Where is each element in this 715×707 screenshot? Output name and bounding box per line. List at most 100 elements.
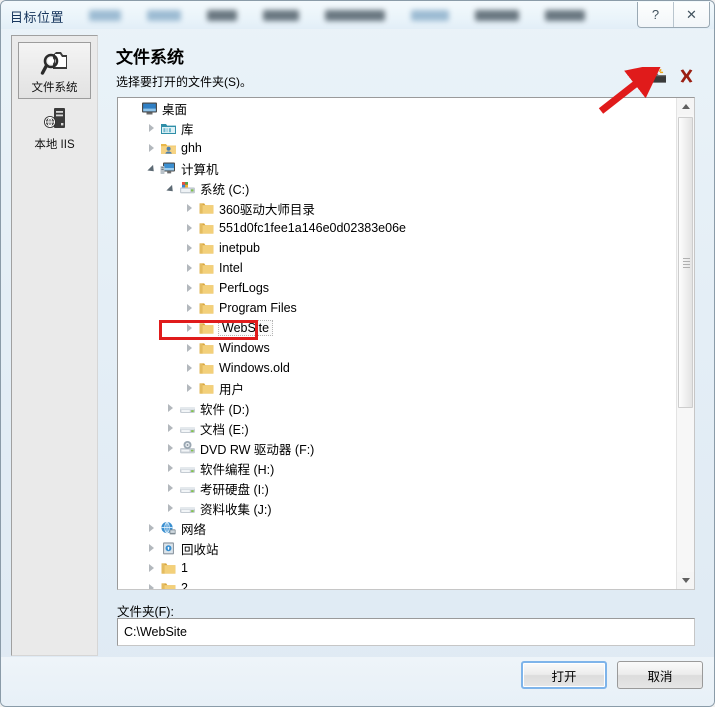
tree-item[interactable]: 551d0fc1fee1a146e0d02383e06e (118, 218, 677, 238)
tree-item-label: DVD RW 驱动器 (F:) (200, 442, 315, 457)
tree-item-label: 2 (181, 581, 188, 589)
expand-toggle[interactable] (162, 418, 178, 438)
tree-item[interactable]: 软件编程 (H:) (118, 458, 677, 478)
chevron-right-icon (186, 304, 192, 312)
expand-toggle[interactable] (162, 478, 178, 498)
sidebar-item-local-iis[interactable]: 本地 IIS (18, 100, 91, 157)
tree-item[interactable]: 软件 (D:) (118, 398, 677, 418)
tree-item[interactable]: 考研硬盘 (I:) (118, 478, 677, 498)
folder-icon (159, 559, 177, 577)
chevron-right-icon (148, 584, 154, 589)
sidebar-item-file-system[interactable]: 文件系统 (18, 42, 91, 99)
expand-toggle[interactable] (162, 458, 178, 478)
folder-search-icon (19, 48, 90, 78)
chevron-right-icon (186, 264, 192, 272)
chevron-right-icon (148, 544, 154, 552)
tree-item-label: Windows.old (219, 361, 290, 375)
drive-icon (178, 479, 196, 497)
folder-tree[interactable]: 桌面库 ghh 计算机系统 (C:) 360驱动大师目录 551d0fc1fee1a14… (117, 97, 695, 590)
expand-toggle[interactable] (162, 438, 178, 458)
chevron-right-icon (148, 124, 154, 132)
open-button[interactable]: 打开 (521, 661, 607, 689)
tree-item-label: 计算机 (181, 162, 219, 177)
tree-item[interactable]: 用户 (118, 378, 677, 398)
redacted-chip (263, 9, 299, 21)
help-button[interactable]: ? (638, 2, 673, 27)
tree-item[interactable]: Program Files (118, 298, 677, 318)
scroll-down-button[interactable] (677, 572, 694, 589)
tree-item[interactable]: 360驱动大师目录 (118, 198, 677, 218)
expand-toggle[interactable] (143, 518, 159, 538)
folder-icon (197, 339, 215, 357)
twisty-placeholder (124, 98, 140, 118)
tree-item-label: 资料收集 (J:) (200, 502, 272, 517)
close-button[interactable]: ✕ (673, 2, 709, 27)
expand-toggle[interactable] (181, 278, 197, 298)
tree-item[interactable]: 计算机 (118, 158, 677, 178)
chevron-down-icon (146, 164, 157, 175)
folder-icon (197, 239, 215, 257)
expand-toggle[interactable] (143, 538, 159, 558)
expand-toggle[interactable] (181, 258, 197, 278)
sidebar-item-label: 文件系统 (31, 82, 78, 94)
tree-item[interactable]: 桌面 (118, 98, 677, 118)
tree-item-label: 系统 (C:) (200, 182, 250, 197)
tree-item[interactable]: inetpub (118, 238, 677, 258)
collapse-toggle[interactable] (143, 158, 159, 178)
chevron-right-icon (167, 484, 173, 492)
collapse-toggle[interactable] (162, 178, 178, 198)
folder-path-input[interactable] (117, 618, 695, 646)
tree-item[interactable]: ghh (118, 138, 677, 158)
expand-toggle[interactable] (181, 318, 197, 338)
folder-icon (197, 279, 215, 297)
folder-icon (197, 199, 215, 217)
tree-item[interactable]: 系统 (C:) (118, 178, 677, 198)
tree-item[interactable]: WebSite (118, 318, 677, 338)
expand-toggle[interactable] (181, 378, 197, 398)
tree-item[interactable]: Intel (118, 258, 677, 278)
expand-toggle[interactable] (181, 298, 197, 318)
expand-toggle[interactable] (181, 338, 197, 358)
tree-item[interactable]: PerfLogs (118, 278, 677, 298)
chevron-right-icon (167, 404, 173, 412)
page-title: 文件系统 (116, 48, 184, 67)
scroll-up-button[interactable] (677, 98, 694, 115)
expand-toggle[interactable] (181, 238, 197, 258)
tree-item[interactable]: DVD RW 驱动器 (F:) (118, 438, 677, 458)
tree-item-label: 1 (181, 561, 188, 575)
scrollbar-thumb[interactable] (678, 117, 693, 408)
expand-toggle[interactable] (143, 578, 159, 589)
expand-toggle[interactable] (162, 498, 178, 518)
chevron-right-icon (186, 364, 192, 372)
chevron-up-icon (681, 104, 690, 109)
redacted-chip (207, 9, 237, 21)
chevron-right-icon (186, 324, 192, 332)
expand-toggle[interactable] (162, 398, 178, 418)
expand-toggle[interactable] (181, 218, 197, 238)
tree-item[interactable]: 文档 (E:) (118, 418, 677, 438)
tree-item[interactable]: 1 (118, 558, 677, 578)
tree-item[interactable]: 资料收集 (J:) (118, 498, 677, 518)
expand-toggle[interactable] (143, 558, 159, 578)
drive-icon (178, 499, 196, 517)
chevron-down-icon (681, 578, 690, 583)
tree-item[interactable]: Windows (118, 338, 677, 358)
folder-icon (159, 579, 177, 589)
desktop-icon (140, 99, 158, 117)
cancel-button[interactable]: 取消 (617, 661, 703, 689)
expand-toggle[interactable] (181, 198, 197, 218)
tree-scrollbar[interactable] (676, 98, 694, 589)
tree-item[interactable]: Windows.old (118, 358, 677, 378)
delete-icon[interactable] (677, 67, 696, 85)
expand-toggle[interactable] (143, 138, 159, 158)
tree-item[interactable]: 回收站 (118, 538, 677, 558)
tree-item[interactable]: 网络 (118, 518, 677, 538)
new-folder-icon[interactable] (649, 67, 668, 85)
tree-item[interactable]: 2 (118, 578, 677, 589)
tree-item[interactable]: 库 (118, 118, 677, 138)
redacted-chip (411, 9, 449, 21)
close-icon: ✕ (686, 6, 697, 22)
expand-toggle[interactable] (143, 118, 159, 138)
expand-toggle[interactable] (181, 358, 197, 378)
title-bar-buttons: ? ✕ (637, 2, 710, 28)
